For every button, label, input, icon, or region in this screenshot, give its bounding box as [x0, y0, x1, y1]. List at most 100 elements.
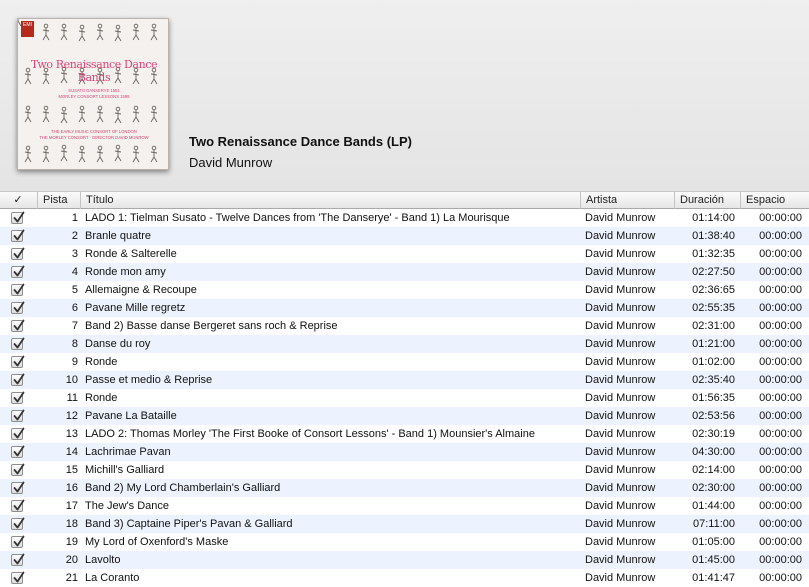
track-row[interactable]: 18 Band 3) Captaine Piper's Pavan & Galli… — [0, 515, 809, 533]
track-checkbox-cell — [0, 551, 35, 569]
track-title: Michill's Galliard — [85, 464, 165, 476]
column-header-title[interactable]: Título — [80, 192, 580, 209]
track-checkbox[interactable] — [11, 499, 25, 512]
cover-title-text: Two Renaissance Dance Bands — [30, 58, 158, 84]
checkmark-icon — [13, 337, 25, 349]
track-checkbox[interactable] — [11, 571, 25, 584]
track-row[interactable]: 14 Lachrimae Pavan David Munrow 04:30:00 00:… — [0, 443, 809, 461]
track-checkbox[interactable] — [11, 355, 25, 368]
track-checkbox-cell — [0, 317, 35, 335]
track-number: 10 — [65, 374, 78, 386]
column-header-artist[interactable]: Artista — [580, 192, 674, 209]
track-list-header: ✓ Pista Título Artista Duración Espacio — [0, 192, 809, 209]
track-duration: 02:53:56 — [692, 410, 735, 422]
track-duration: 02:31:00 — [692, 320, 735, 332]
track-row[interactable]: 5 Allemaigne & Recoupe David Munrow 02:36:6… — [0, 281, 809, 299]
track-row[interactable]: 17 The Jew's Dance David Munrow 01:44:00 00:… — [0, 497, 809, 515]
track-row[interactable]: 1 LADO 1: Tielman Susato - Twelve Dances … — [0, 209, 809, 227]
track-duration: 02:14:00 — [692, 464, 735, 476]
track-row[interactable]: 9 Ronde David Munrow 01:02:00 00:00:00 — [0, 353, 809, 371]
track-checkbox[interactable] — [11, 337, 25, 350]
track-checkbox[interactable] — [11, 535, 25, 548]
track-row[interactable]: 15 Michill's Galliard David Munrow 02:14:00… — [0, 461, 809, 479]
track-checkbox[interactable] — [11, 463, 25, 476]
track-row[interactable]: 4 Ronde mon amy David Munrow 02:27:50 00:00:… — [0, 263, 809, 281]
track-artist: David Munrow — [585, 320, 656, 332]
track-checkbox[interactable] — [11, 481, 25, 494]
track-duration: 01:02:00 — [692, 356, 735, 368]
track-checkbox[interactable] — [11, 265, 25, 278]
track-number: 17 — [65, 500, 78, 512]
track-duration: 02:55:35 — [692, 302, 735, 314]
checkmark-icon — [13, 211, 25, 223]
checkmark-icon — [13, 301, 25, 313]
track-space: 00:00:00 — [759, 392, 802, 404]
track-number: 18 — [65, 518, 78, 530]
track-checkbox[interactable] — [11, 229, 25, 242]
column-header-duration[interactable]: Duración — [674, 192, 740, 209]
track-title: LADO 1: Tielman Susato - Twelve Dances f… — [85, 212, 510, 224]
track-checkbox[interactable] — [11, 409, 25, 422]
album-cover-art: EMI Two Renaissance Dance Bands SUSATO D… — [17, 18, 169, 170]
track-checkbox-cell — [0, 227, 35, 245]
track-title: LADO 2: Thomas Morley 'The First Booke o… — [85, 428, 535, 440]
track-row[interactable]: 11 Ronde David Munrow 01:56:35 00:00:00 — [0, 389, 809, 407]
column-header-track[interactable]: Pista — [37, 192, 78, 209]
track-duration: 02:35:40 — [692, 374, 735, 386]
track-duration: 04:30:00 — [692, 446, 735, 458]
track-artist: David Munrow — [585, 446, 656, 458]
track-row[interactable]: 13 LADO 2: Thomas Morley 'The First Booke… — [0, 425, 809, 443]
track-checkbox-cell — [0, 569, 35, 587]
track-checkbox[interactable] — [11, 517, 25, 530]
track-row[interactable]: 8 Danse du roy David Munrow 01:21:00 00:00:0… — [0, 335, 809, 353]
track-title: Band 2) Basse danse Bergeret sans roch &… — [85, 320, 338, 332]
column-header-space[interactable]: Espacio — [740, 192, 809, 209]
album-header: EMI Two Renaissance Dance Bands SUSATO D… — [0, 0, 809, 192]
checkmark-icon — [13, 553, 25, 565]
track-duration: 01:32:35 — [692, 248, 735, 260]
track-row[interactable]: 20 Lavolto David Munrow 01:45:00 00:00:00 — [0, 551, 809, 569]
track-space: 00:00:00 — [759, 554, 802, 566]
track-number: 13 — [65, 428, 78, 440]
track-title: Branle quatre — [85, 230, 152, 242]
track-title: Ronde mon amy — [85, 266, 166, 278]
track-number: 6 — [71, 302, 78, 314]
column-header-check[interactable]: ✓ — [0, 192, 36, 209]
checkmark-icon — [13, 247, 25, 259]
track-checkbox[interactable] — [11, 445, 25, 458]
track-row[interactable]: 7 Band 2) Basse danse Bergeret sans roch … — [0, 317, 809, 335]
checkmark-icon — [13, 229, 25, 241]
track-checkbox[interactable] — [11, 553, 25, 566]
track-artist: David Munrow — [585, 482, 656, 494]
track-number: 12 — [65, 410, 78, 422]
track-checkbox[interactable] — [11, 427, 25, 440]
track-checkbox[interactable] — [11, 247, 25, 260]
track-checkbox-cell — [0, 533, 35, 551]
track-row[interactable]: 19 My Lord of Oxenford's Maske David Munro… — [0, 533, 809, 551]
track-checkbox-cell — [0, 263, 35, 281]
track-row[interactable]: 6 Pavane Mille regretz David Munrow 02:55:3… — [0, 299, 809, 317]
track-checkbox[interactable] — [11, 391, 25, 404]
track-row[interactable]: 21 La Coranto David Munrow 01:41:47 00:00:00 — [0, 569, 809, 587]
track-artist: David Munrow — [585, 536, 656, 548]
track-number: 15 — [65, 464, 78, 476]
track-title: Pavane Mille regretz — [85, 302, 186, 314]
checkmark-icon — [13, 499, 25, 511]
cover-credit-line: THE EARLY MUSIC CONSORT OF LONDON — [51, 129, 137, 134]
track-row[interactable]: 12 Pavane La Bataille David Munrow 02:53:56… — [0, 407, 809, 425]
track-checkbox[interactable] — [11, 319, 25, 332]
track-checkbox[interactable] — [11, 373, 25, 386]
track-checkbox[interactable] — [11, 283, 25, 296]
checkmark-icon — [13, 445, 25, 457]
track-artist: David Munrow — [585, 392, 656, 404]
track-row[interactable]: 10 Passe et medio & Reprise David Munrow 02… — [0, 371, 809, 389]
track-space: 00:00:00 — [759, 320, 802, 332]
checkmark-icon — [13, 355, 25, 367]
track-checkbox[interactable] — [11, 211, 25, 224]
track-checkbox[interactable] — [11, 301, 25, 314]
track-row[interactable]: 3 Ronde & Salterelle David Munrow 01:32:35 0… — [0, 245, 809, 263]
track-row[interactable]: 16 Band 2) My Lord Chamberlain's Galliard… — [0, 479, 809, 497]
album-artist: David Munrow — [189, 155, 273, 170]
track-number: 14 — [65, 446, 78, 458]
track-row[interactable]: 2 Branle quatre David Munrow 01:38:40 00:00:… — [0, 227, 809, 245]
